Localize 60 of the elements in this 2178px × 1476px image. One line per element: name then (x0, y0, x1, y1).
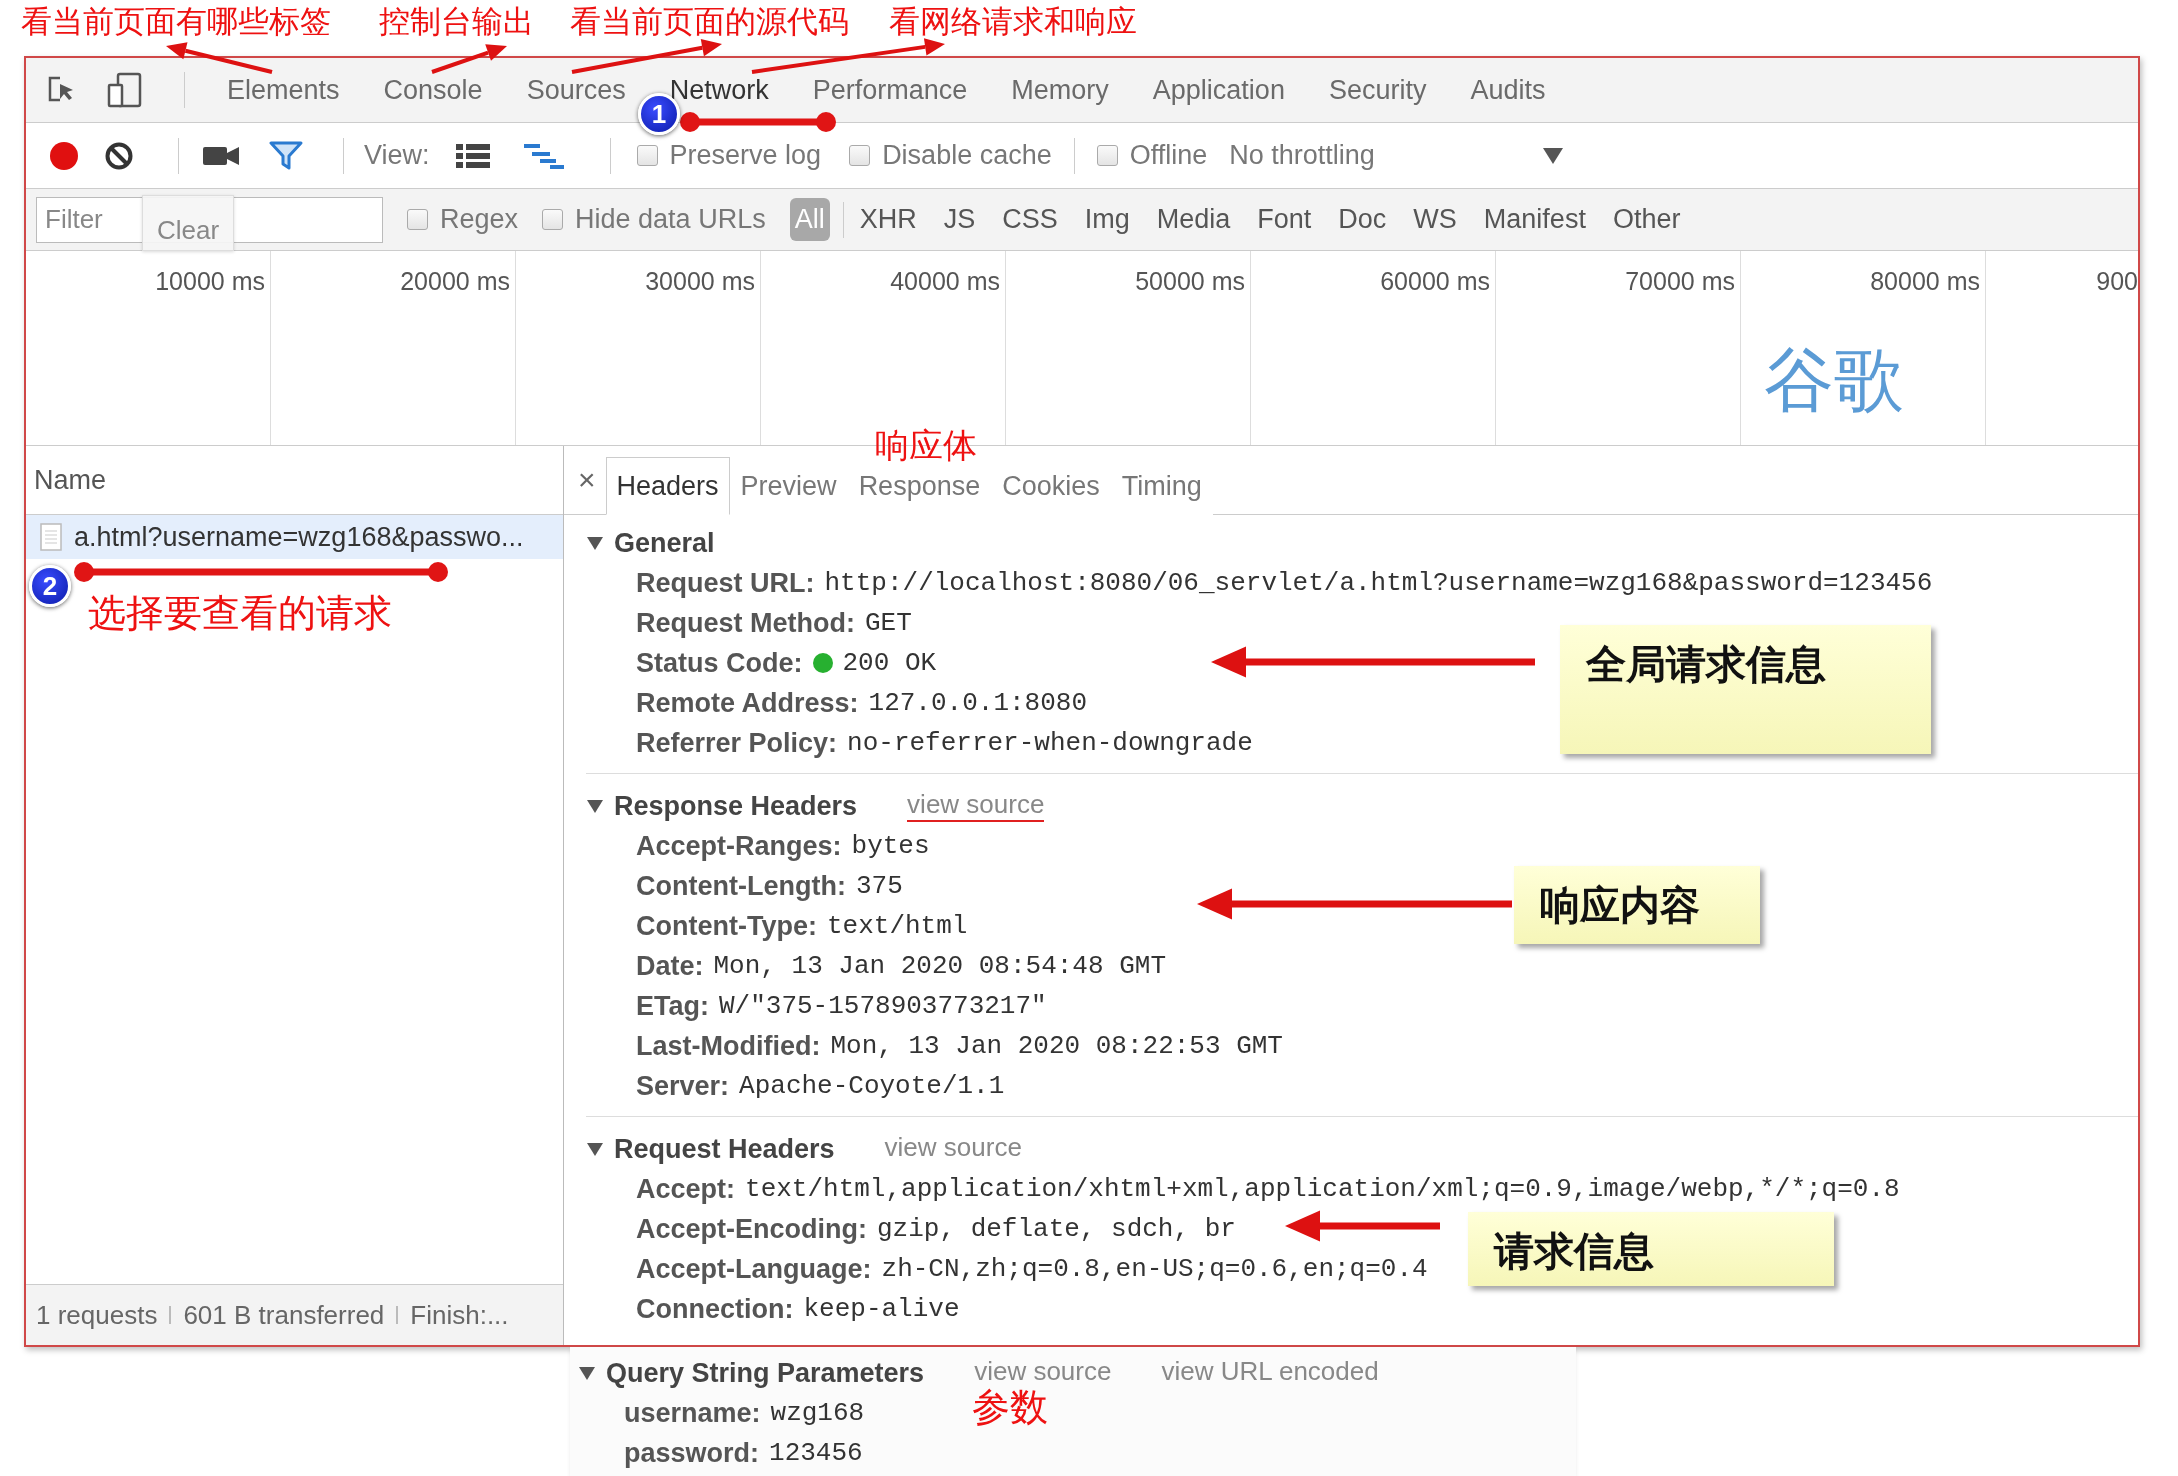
header-value: zh-CN,zh;q=0.8,en-US;q=0.6,en;q=0.4 (881, 1254, 1428, 1284)
tooltip: Clear (142, 195, 235, 251)
header-value: keep-alive (803, 1294, 960, 1324)
header-name: Remote Address: (636, 687, 859, 719)
time-tick-label: 40000 ms (890, 267, 1001, 296)
header-name: Request URL: (636, 567, 815, 599)
header-name: Server: (636, 1070, 730, 1102)
header-value: no-referrer-when-downgrade (847, 728, 1253, 758)
header-value: 200 OK (842, 648, 937, 678)
annotation-label: 看当前页面的源代码 (570, 4, 849, 40)
header-value: 375 (855, 871, 903, 901)
header-name: Last-Modified: (636, 1030, 821, 1062)
header-value: W/"375-1578903773217" (719, 991, 1047, 1021)
header-value: bytes (851, 831, 930, 861)
header-name: Content-Type: (636, 910, 817, 942)
time-tick-label: 80000 ms (1870, 267, 1981, 296)
time-tick-label: 70000 ms (1625, 267, 1736, 296)
time-tick-label: 20000 ms (400, 267, 511, 296)
header-value: Apache-Coyote/1.1 (739, 1071, 1005, 1101)
header-value: text/html (827, 911, 968, 941)
header-value: 123456 (769, 1438, 863, 1468)
header-name: password: (624, 1437, 760, 1469)
header-value: GET (865, 608, 912, 638)
summary-text: 1 requests (36, 1299, 158, 1331)
callout-note: 响应内容 (1514, 866, 1760, 944)
time-tick-label: 30000 ms (645, 267, 756, 296)
header-value: wzg168 (770, 1398, 865, 1428)
annotation-label: 选择要查看的请求 (88, 592, 392, 636)
header-value: gzip, deflate, sdch, br (877, 1214, 1236, 1244)
callout-note: 全局请求信息 (1560, 625, 1931, 754)
annotation-label: 谷歌 (1764, 340, 1904, 421)
header-name: Connection: (636, 1293, 794, 1325)
header-name: username: (624, 1397, 761, 1429)
header-name: Referrer Policy: (636, 727, 838, 759)
header-name: Accept: (636, 1173, 736, 1205)
summary-text: 601 B transferred (183, 1299, 385, 1331)
header-value: 127.0.0.1:8080 (868, 688, 1087, 718)
time-tick-label: 50000 ms (1135, 267, 1246, 296)
header-name: Accept-Language: (636, 1253, 872, 1285)
annotation-label: 参数 (972, 1386, 1048, 1430)
header-name: Accept-Ranges: (636, 830, 842, 862)
header-name: Request Method: (636, 607, 855, 639)
header-name: Content-Length: (636, 870, 846, 902)
callout-note: 请求信息 (1468, 1212, 1834, 1286)
header-name: Status Code: (636, 647, 803, 679)
header-value: http://localhost:8080/06_servlet/a.html?username=wzg168&password=123456 (824, 568, 1933, 598)
header-name: ETag: (636, 990, 709, 1022)
time-tick-label: 60000 ms (1380, 267, 1491, 296)
header-value: Mon, 13 Jan 2020 08:22:53 GMT (830, 1031, 1283, 1061)
header-value: text/html,application/xhtml+xml,application/xml;q=0.9,image/webp,*/*;q=0.8 (745, 1174, 1900, 1204)
time-tick-label: 900 (2096, 267, 2138, 296)
annotation-label: 控制台输出 (379, 4, 534, 40)
view-label: View: (364, 140, 430, 171)
time-tick-label: 10000 ms (155, 267, 266, 296)
header-name: Accept-Encoding: (636, 1213, 867, 1245)
annotation-label: 看网络请求和响应 (889, 4, 1137, 40)
header-value: Mon, 13 Jan 2020 08:54:48 GMT (713, 951, 1166, 981)
summary-text: Finish:... (410, 1299, 509, 1331)
annotation-label: 看当前页面有哪些标签 (21, 4, 331, 40)
header-name: Date: (636, 950, 704, 982)
